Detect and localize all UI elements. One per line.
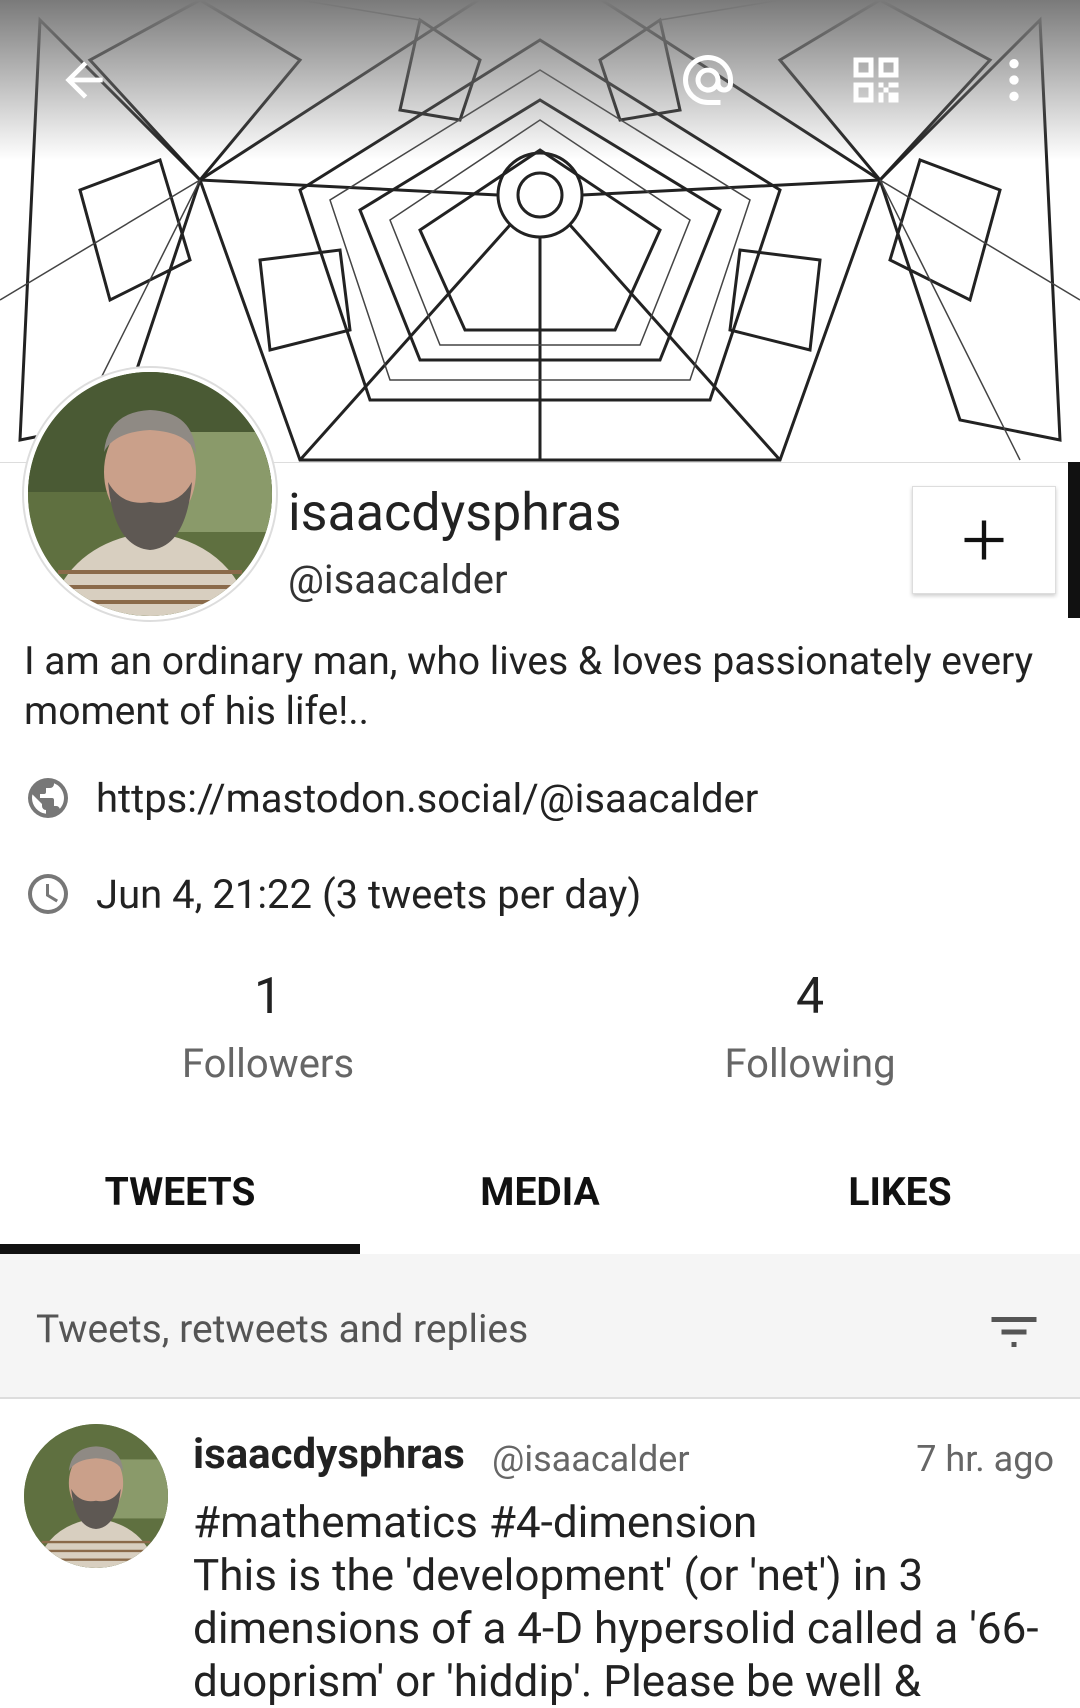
tweet-author-name[interactable]: isaacdysphras	[193, 1430, 465, 1479]
avatar-image	[28, 372, 272, 616]
profile-url-row[interactable]: https://mastodon.social/@isaacalder	[24, 774, 758, 822]
profile-tabs: TWEETS MEDIA LIKES	[0, 1130, 1080, 1254]
mention-button[interactable]	[668, 40, 748, 120]
filter-icon[interactable]	[984, 1302, 1044, 1362]
back-button[interactable]	[44, 40, 124, 120]
profile-avatar[interactable]	[24, 368, 276, 620]
followers-stat[interactable]: 1 Followers	[118, 968, 418, 1087]
tab-media[interactable]: MEDIA	[360, 1130, 720, 1254]
clock-icon	[28, 874, 68, 914]
more-vert-icon	[1009, 59, 1019, 101]
user-handle: @isaacalder	[288, 556, 508, 603]
tweet-avatar-image	[24, 1424, 168, 1568]
top-app-bar	[0, 0, 1080, 160]
tweet-item[interactable]: isaacdysphras @isaacalder 7 hr. ago #mat…	[0, 1400, 1080, 1707]
timeline-filter-bar[interactable]: Tweets, retweets and replies	[0, 1254, 1080, 1399]
qr-code-icon	[853, 57, 899, 103]
display-name: isaacdysphras	[288, 482, 622, 543]
follow-button[interactable]	[912, 486, 1056, 594]
following-label: Following	[724, 1040, 896, 1087]
followers-label: Followers	[181, 1040, 355, 1087]
profile-url[interactable]: https://mastodon.social/@isaacalder	[96, 775, 758, 822]
following-count: 4	[795, 968, 825, 1026]
tweet-author-handle: @isaacalder	[492, 1438, 690, 1480]
tweet-avatar[interactable]	[24, 1424, 168, 1568]
at-sign-icon	[683, 55, 733, 105]
tweet-timestamp: 7 hr. ago	[916, 1438, 1054, 1480]
arrow-left-icon	[65, 61, 103, 99]
profile-bio: I am an ordinary man, who lives & loves …	[24, 638, 1034, 734]
following-stat[interactable]: 4 Following	[660, 968, 960, 1087]
followers-count: 1	[253, 968, 283, 1026]
scrollbar-thumb[interactable]	[1068, 462, 1080, 618]
tweet-body: #mathematics #4-dimension This is the 'd…	[193, 1496, 1063, 1708]
tweet-hashtags[interactable]: #mathematics #4-dimension	[193, 1496, 1063, 1549]
tab-tweets[interactable]: TWEETS	[0, 1130, 360, 1254]
more-options-button[interactable]	[974, 40, 1054, 120]
globe-icon	[28, 778, 68, 818]
plus-icon	[964, 520, 1004, 560]
profile-joined: Jun 4, 21:22 (3 tweets per day)	[96, 870, 642, 918]
profile-joined-row: Jun 4, 21:22 (3 tweets per day)	[24, 870, 641, 918]
tweet-text: This is the 'development' (or 'net') in …	[193, 1549, 1039, 1707]
tab-likes[interactable]: LIKES	[720, 1130, 1080, 1254]
filter-label: Tweets, retweets and replies	[36, 1306, 529, 1352]
qr-code-button[interactable]	[836, 40, 916, 120]
